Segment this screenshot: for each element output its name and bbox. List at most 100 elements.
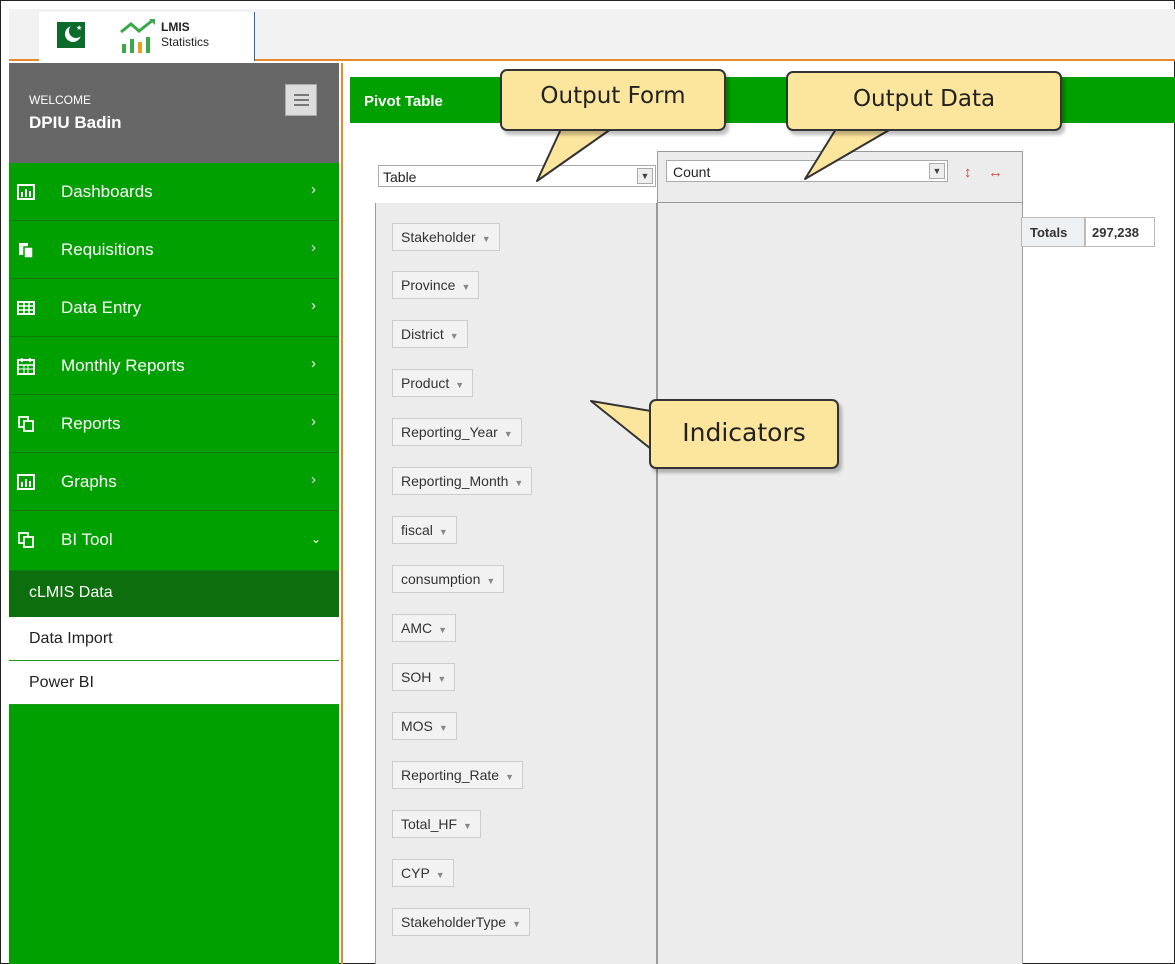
page-title: Pivot Table: [364, 93, 443, 110]
sidebar-item-dashboards[interactable]: Dashboards ›: [9, 163, 339, 221]
caret-down-icon[interactable]: ▼: [463, 821, 472, 831]
attribute-chip[interactable]: Reporting_Year ▼: [392, 418, 522, 446]
app-window: ★ LMIS Statistics WELCOME DPIU Badin Das…: [0, 0, 1175, 964]
logo[interactable]: ★ LMIS Statistics: [39, 12, 255, 61]
sidebar-item-monthly-reports[interactable]: Monthly Reports ›: [9, 337, 339, 395]
chevron-right-icon: ›: [311, 471, 316, 488]
sidebar-item-reports[interactable]: Reports ›: [9, 395, 339, 453]
calendar-icon: [17, 358, 35, 375]
caret-down-icon[interactable]: ▼: [512, 919, 521, 929]
attribute-list: Stakeholder ▼ Province ▼ District ▼ Product…: [375, 203, 657, 964]
aggregator-select[interactable]: Count ▼: [666, 160, 948, 182]
bar-chart-icon: [17, 474, 35, 490]
welcome-label: WELCOME: [29, 93, 92, 107]
caret-down-icon[interactable]: ▼: [437, 674, 446, 684]
bar-chart-icon: [17, 184, 35, 200]
user-name: DPIU Badin: [29, 113, 122, 132]
attribute-label: CYP: [401, 865, 430, 881]
attribute-chip[interactable]: Reporting_Rate ▼: [392, 761, 523, 789]
attribute-chip[interactable]: MOS ▼: [392, 712, 457, 740]
attribute-chip[interactable]: Stakeholder ▼: [392, 223, 500, 251]
attribute-label: MOS: [401, 718, 433, 734]
sidebar-subitem-power-bi[interactable]: Power BI: [9, 661, 339, 705]
caret-down-icon[interactable]: ▼: [439, 527, 448, 537]
sidebar-item-label: Requisitions: [61, 240, 154, 259]
attribute-label: fiscal: [401, 522, 433, 538]
chevron-right-icon: ›: [311, 355, 316, 372]
document-icon: [19, 243, 34, 259]
sidebar-subitem-label: Data Import: [29, 630, 113, 647]
sort-rows-icon[interactable]: ↕: [964, 164, 972, 181]
table-icon: [17, 301, 35, 315]
attribute-label: Total_HF: [401, 816, 458, 832]
caret-down-icon[interactable]: ▼: [504, 429, 513, 439]
copy-icon: [18, 416, 34, 432]
attribute-chip[interactable]: Province ▼: [392, 271, 480, 299]
welcome-panel: WELCOME DPIU Badin: [9, 63, 339, 163]
chevron-right-icon: ›: [311, 297, 316, 314]
attribute-label: District: [401, 326, 444, 342]
caret-down-icon[interactable]: ▼: [514, 478, 523, 488]
copy-icon: [18, 532, 34, 548]
sidebar-subitem-clmis-data[interactable]: cLMIS Data: [9, 571, 339, 617]
pivot-drop-area[interactable]: [657, 203, 1023, 964]
caret-down-icon[interactable]: ▼: [439, 723, 448, 733]
attribute-label: SOH: [401, 669, 432, 685]
caret-down-icon[interactable]: ▼: [438, 625, 447, 635]
chevron-right-icon: ›: [311, 413, 316, 430]
caret-down-icon[interactable]: ▼: [482, 234, 491, 244]
sidebar-item-label: Data Entry: [61, 298, 142, 317]
aggregator-selected-value: Count: [673, 164, 711, 180]
sidebar-item-data-entry[interactable]: Data Entry ›: [9, 279, 339, 337]
callout-output-data: Output Data: [786, 71, 1062, 131]
caret-down-icon[interactable]: ▼: [486, 576, 495, 586]
attribute-label: AMC: [401, 620, 433, 636]
sidebar-subitem-label: Power BI: [29, 674, 94, 691]
aggregator-cell: Count ▼ ↕ ↔: [657, 151, 1023, 203]
attribute-label: Stakeholder: [401, 229, 476, 245]
caret-down-icon[interactable]: ▼: [436, 870, 445, 880]
attribute-chip[interactable]: fiscal ▼: [392, 516, 457, 544]
attribute-label: StakeholderType: [401, 914, 507, 930]
attribute-chip[interactable]: District ▼: [392, 320, 468, 348]
attribute-chip[interactable]: consumption ▼: [392, 565, 505, 593]
caret-down-icon[interactable]: ▼: [450, 331, 459, 341]
totals-value: 297,238: [1085, 217, 1155, 247]
chevron-right-icon: ›: [311, 181, 316, 198]
attribute-label: Reporting_Rate: [401, 767, 500, 783]
chevron-down-icon[interactable]: ▼: [929, 163, 945, 179]
renderer-select[interactable]: Table ▼: [378, 165, 656, 187]
attribute-chip[interactable]: Total_HF ▼: [392, 810, 481, 838]
attribute-chip[interactable]: StakeholderType ▼: [392, 908, 530, 936]
attribute-chip[interactable]: SOH ▼: [392, 663, 456, 691]
sidebar-item-requisitions[interactable]: Requisitions ›: [9, 221, 339, 279]
sidebar: WELCOME DPIU Badin Dashboards › Requisit…: [9, 63, 339, 964]
caret-down-icon[interactable]: ▼: [455, 380, 464, 390]
sidebar-subitem-data-import[interactable]: Data Import: [9, 617, 339, 661]
pakistan-flag-icon: ★: [49, 22, 85, 48]
menu-toggle-button[interactable]: [285, 84, 317, 116]
chevron-down-icon[interactable]: ▼: [637, 168, 653, 184]
callout-indicators: Indicators: [649, 399, 839, 469]
sidebar-item-label: Reports: [61, 414, 121, 433]
attribute-label: Reporting_Year: [401, 424, 498, 440]
sort-columns-icon[interactable]: ↔: [988, 164, 1003, 181]
attribute-chip[interactable]: AMC ▼: [392, 614, 457, 642]
sidebar-subitem-label: cLMIS Data: [29, 584, 113, 601]
attribute-chip[interactable]: Product ▼: [392, 369, 474, 397]
sidebar-item-label: Dashboards: [61, 182, 153, 201]
chevron-down-icon: ⌄: [311, 532, 322, 546]
sidebar-item-bi-tool[interactable]: BI Tool ⌄: [9, 511, 339, 571]
callout-output-form: Output Form: [500, 69, 726, 131]
attribute-chip[interactable]: Reporting_Month ▼: [392, 467, 533, 495]
caret-down-icon[interactable]: ▼: [461, 282, 470, 292]
caret-down-icon[interactable]: ▼: [505, 772, 514, 782]
sidebar-item-graphs[interactable]: Graphs ›: [9, 453, 339, 511]
top-bar: ★ LMIS Statistics: [9, 9, 1175, 61]
attribute-chip[interactable]: CYP ▼: [392, 859, 454, 887]
attribute-label: Reporting_Month: [401, 473, 509, 489]
sidebar-item-label: Monthly Reports: [61, 356, 185, 375]
app-title: LMIS: [161, 20, 190, 34]
attribute-label: Province: [401, 277, 456, 293]
attribute-label: Product: [401, 375, 450, 391]
